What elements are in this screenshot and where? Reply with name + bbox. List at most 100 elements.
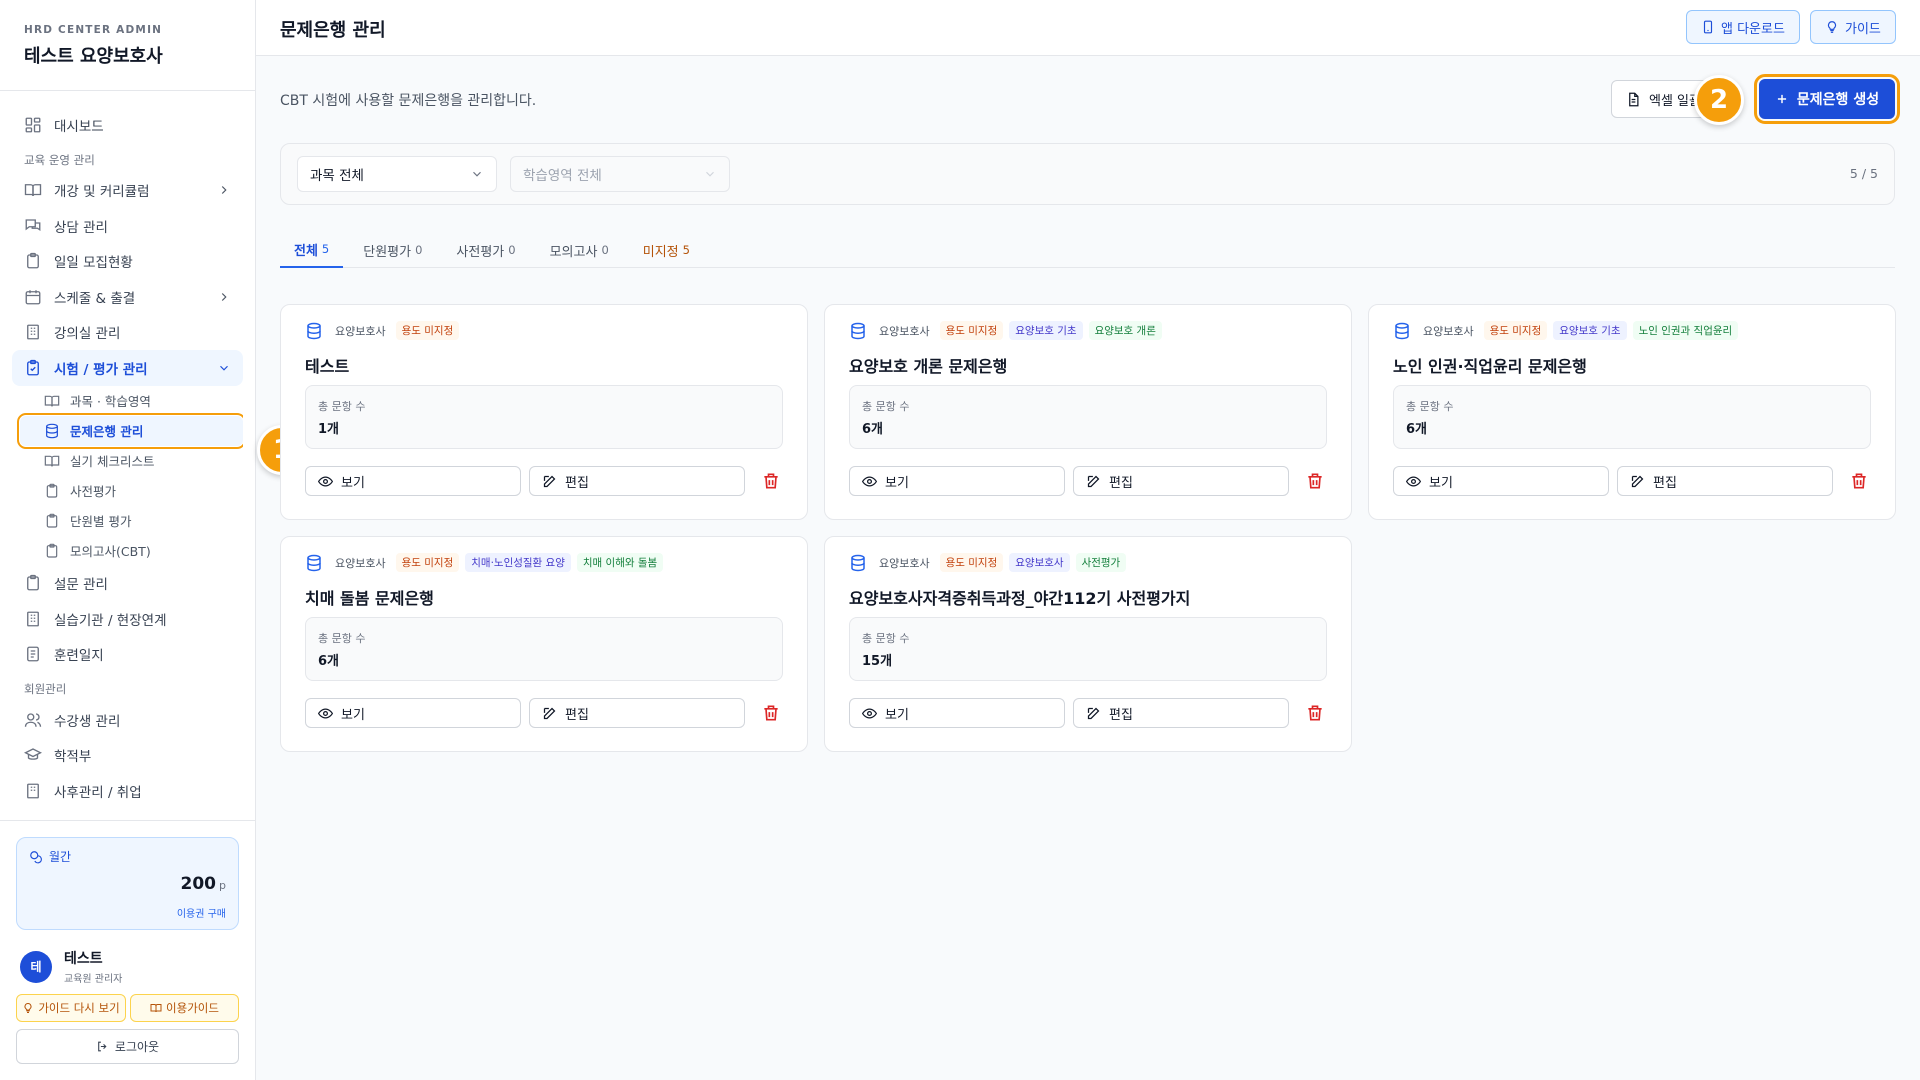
sidebar-item-label: 상담 관리 bbox=[54, 219, 108, 236]
sidebar-item-label: 설문 관리 bbox=[54, 577, 108, 594]
stat-label: 총 문항 수 bbox=[318, 632, 366, 645]
book-open-icon bbox=[24, 184, 42, 197]
create-button-label: 문제은행 생성 bbox=[1796, 92, 1880, 108]
logout-icon bbox=[98, 1041, 107, 1052]
view-button[interactable]: 보기 bbox=[849, 466, 1065, 496]
question-bank-card: 요양보호사 용도 미지정 치매·노인성질환 요양 치매 이해와 돌봄 치매 돌봄 문… bbox=[280, 536, 808, 752]
sidebar-subitem-question-bank[interactable]: 문제은행 관리 bbox=[17, 412, 243, 449]
sidebar-item-training-log[interactable]: 훈련일지 bbox=[12, 637, 243, 673]
notebook-icon bbox=[27, 646, 39, 662]
view-button[interactable]: 보기 bbox=[849, 698, 1065, 728]
edit-button[interactable]: 편집 bbox=[529, 698, 745, 728]
sidebar-item-dashboard[interactable]: 대시보드 bbox=[12, 107, 243, 143]
stat-label: 총 문항 수 bbox=[862, 632, 910, 645]
sidebar-subitem-pre-assessment[interactable]: 사전평가 bbox=[20, 476, 243, 506]
sidebar-subitem-subjects[interactable]: 과목 · 학습영역 bbox=[20, 386, 243, 416]
sidebar-item-schedule[interactable]: 스케줄 & 출결 bbox=[12, 279, 243, 315]
app-download-button[interactable]: 앱 다운로드 bbox=[1686, 10, 1800, 44]
trash-icon[interactable] bbox=[1305, 471, 1325, 491]
sidebar-item-survey[interactable]: 설문 관리 bbox=[12, 566, 243, 602]
sidebar-subitem-mock-exam[interactable]: 모의고사(CBT) bbox=[20, 536, 243, 566]
view-button[interactable]: 보기 bbox=[1393, 466, 1609, 496]
card-stat: 총 문항 수 6개 bbox=[1393, 385, 1871, 449]
sidebar-item-exam[interactable]: 시험 / 평가 관리 bbox=[12, 350, 243, 386]
chat-icon bbox=[25, 219, 41, 231]
sidebar-item-employment[interactable]: 사후관리 / 취업 bbox=[12, 773, 243, 809]
card-tag: 용도 미지정 bbox=[395, 553, 460, 572]
view-label: 보기 bbox=[885, 707, 909, 723]
edit-icon bbox=[543, 707, 556, 719]
sidebar-subitem-unit-assessment[interactable]: 단원별 평가 bbox=[20, 506, 243, 536]
eye-icon bbox=[862, 475, 877, 487]
brand-title: 테스트 요양보호사 bbox=[24, 46, 163, 67]
trash-icon[interactable] bbox=[761, 703, 781, 723]
stat-label: 총 문항 수 bbox=[318, 400, 366, 413]
tab-mock-exam[interactable]: 모의고사 0 bbox=[536, 232, 623, 268]
trash-icon[interactable] bbox=[1849, 471, 1869, 491]
edit-button[interactable]: 편집 bbox=[529, 466, 745, 496]
view-button[interactable]: 보기 bbox=[305, 466, 521, 496]
guide-again-button[interactable]: 가이드 다시 보기 bbox=[16, 994, 126, 1022]
points-header: 월간 bbox=[29, 848, 226, 865]
edit-button[interactable]: 편집 bbox=[1617, 466, 1833, 496]
sidebar-item-registry[interactable]: 학적부 bbox=[12, 738, 243, 774]
area-select[interactable]: 학습영역 전체 bbox=[510, 156, 730, 192]
app-download-label: 앱 다운로드 bbox=[1721, 21, 1785, 37]
guide-button[interactable]: 가이드 bbox=[1810, 10, 1896, 44]
usage-guide-button[interactable]: 이용가이드 bbox=[130, 994, 239, 1022]
points-label: 월간 bbox=[49, 850, 72, 864]
filter-tabs: 전체 5 단원평가 0 사전평가 0 모의고사 0 미지정 5 bbox=[280, 232, 1895, 268]
sidebar-item-recruitment[interactable]: 일일 모집현황 bbox=[12, 244, 243, 280]
sidebar-subitem-checklist[interactable]: 실기 체크리스트 bbox=[20, 446, 243, 476]
tab-label: 단원평가 bbox=[363, 244, 412, 260]
edit-button[interactable]: 편집 bbox=[1073, 698, 1289, 728]
area-select-value: 학습영역 전체 bbox=[523, 168, 602, 184]
sidebar-item-label: 대시보드 bbox=[54, 118, 104, 135]
tab-unassigned[interactable]: 미지정 5 bbox=[629, 232, 704, 268]
card-tag: 용도 미지정 bbox=[939, 321, 1004, 340]
sidebar-item-students[interactable]: 수강생 관리 bbox=[12, 702, 243, 738]
tab-count: 5 bbox=[682, 243, 690, 257]
create-question-bank-button[interactable]: 문제은행 생성 bbox=[1754, 74, 1900, 124]
edit-button[interactable]: 편집 bbox=[1073, 466, 1289, 496]
card-tag: 요양보호 기초 bbox=[1009, 321, 1083, 340]
database-icon bbox=[307, 554, 321, 571]
brand: HRD CENTER ADMIN 테스트 요양보호사 bbox=[24, 24, 163, 68]
sidebar-item-label: 일일 모집현황 bbox=[54, 255, 133, 272]
clipboard-icon bbox=[46, 543, 58, 558]
tab-pre-assessment[interactable]: 사전평가 0 bbox=[442, 232, 529, 268]
card-tag: 요양보호 기초 bbox=[1553, 321, 1627, 340]
edit-icon bbox=[543, 475, 556, 487]
tab-count: 0 bbox=[415, 243, 423, 257]
trash-icon[interactable] bbox=[1305, 703, 1325, 723]
question-bank-card: 요양보호사 용도 미지정 테스트 총 문항 수 1개 보기 편집 bbox=[280, 304, 808, 520]
card-tag: 요양보호사 bbox=[1009, 553, 1070, 572]
view-button[interactable]: 보기 bbox=[305, 698, 521, 728]
tab-all[interactable]: 전체 5 bbox=[280, 232, 344, 268]
sidebar-item-consulting[interactable]: 상담 관리 bbox=[12, 208, 243, 244]
divider bbox=[0, 90, 255, 91]
logout-button[interactable]: 로그아웃 bbox=[16, 1029, 239, 1064]
card-meta: 요양보호사 용도 미지정 요양보호사 사전평가 bbox=[849, 553, 1127, 572]
trash-icon[interactable] bbox=[761, 471, 781, 491]
step-badge-2: 2 bbox=[1694, 75, 1744, 125]
subject-select[interactable]: 과목 전체 bbox=[297, 156, 497, 192]
sidebar-nav: 대시보드 교육 운영 관리 개강 및 커리큘럼 상담 관리 일일 모집현황 스케… bbox=[12, 107, 243, 817]
chevron-down-icon bbox=[473, 171, 481, 177]
sidebar-subitem-label: 실기 체크리스트 bbox=[70, 454, 155, 469]
sidebar-item-label: 학적부 bbox=[54, 749, 92, 766]
card-subject: 요양보호사 bbox=[335, 556, 386, 570]
sidebar-item-curriculum[interactable]: 개강 및 커리큘럼 bbox=[12, 173, 243, 209]
clipboard-icon bbox=[46, 513, 58, 528]
edit-label: 편집 bbox=[1653, 475, 1677, 491]
sidebar-item-practice-site[interactable]: 실습기관 / 현장연계 bbox=[12, 601, 243, 637]
points-unit: p bbox=[219, 879, 226, 892]
clipboard-icon bbox=[27, 253, 39, 269]
sidebar-item-classroom[interactable]: 강의실 관리 bbox=[12, 315, 243, 351]
tab-unit-assessment[interactable]: 단원평가 0 bbox=[349, 232, 436, 268]
card-meta: 요양보호사 용도 미지정 bbox=[305, 321, 460, 340]
lightbulb-icon bbox=[24, 1002, 32, 1013]
buy-pass-link[interactable]: 이용권 구매 bbox=[177, 905, 226, 920]
card-stat: 총 문항 수 15개 bbox=[849, 617, 1327, 681]
edit-label: 편집 bbox=[1109, 475, 1133, 491]
